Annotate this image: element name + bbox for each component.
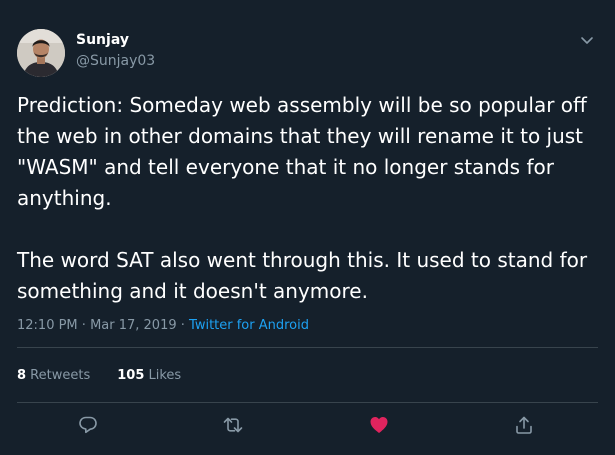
tweet-paragraph: Prediction: Someday web assembly will be… xyxy=(17,93,587,210)
tweet-source-link[interactable]: Twitter for Android xyxy=(189,318,309,333)
avatar[interactable] xyxy=(17,29,65,77)
chevron-down-icon[interactable] xyxy=(579,32,595,48)
likes-label: Likes xyxy=(144,368,182,383)
tweet-text: Prediction: Someday web assembly will be… xyxy=(17,90,607,307)
retweets-count: 8 xyxy=(17,368,27,383)
tweet-stats: 8 Retweets 105 Likes xyxy=(17,368,181,383)
tweet-time[interactable]: 12:10 PM xyxy=(17,318,78,333)
tweet-card: Sunjay @Sunjay03 Prediction: Someday web… xyxy=(0,0,615,455)
retweets-stat[interactable]: 8 Retweets xyxy=(17,368,90,383)
user-handle[interactable]: @Sunjay03 xyxy=(76,53,155,69)
meta-separator: · xyxy=(176,318,190,333)
divider xyxy=(17,347,598,348)
tweet-date[interactable]: Mar 17, 2019 xyxy=(90,318,177,333)
likes-count: 105 xyxy=(117,368,145,383)
retweets-label: Retweets xyxy=(26,368,91,383)
likes-stat[interactable]: 105 Likes xyxy=(117,368,181,383)
divider xyxy=(17,402,598,403)
tweet-metadata: 12:10 PM · Mar 17, 2019 · Twitter for An… xyxy=(17,318,309,333)
display-name[interactable]: Sunjay xyxy=(76,32,129,48)
avatar-image xyxy=(17,29,65,77)
meta-separator: · xyxy=(77,318,91,333)
heart-icon[interactable] xyxy=(368,414,390,436)
retweet-icon[interactable] xyxy=(222,414,244,436)
tweet-paragraph: The word SAT also went through this. It … xyxy=(17,248,588,303)
share-icon[interactable] xyxy=(513,414,535,436)
reply-icon[interactable] xyxy=(77,414,99,436)
